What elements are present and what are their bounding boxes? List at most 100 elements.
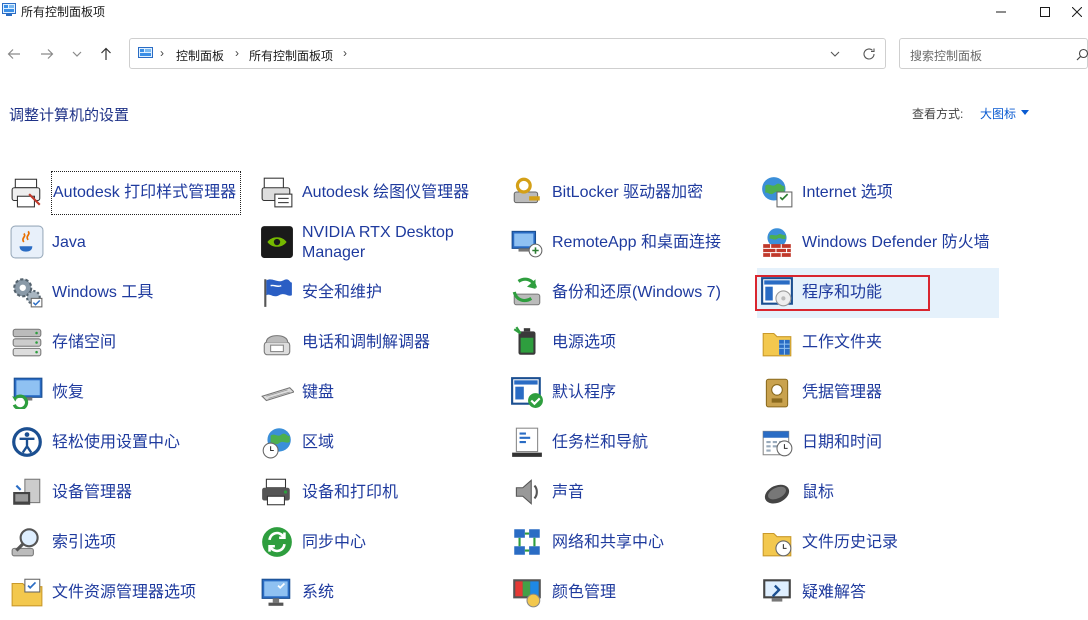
control-panel-item[interactable]: 文件资源管理器选项 [10, 568, 252, 618]
minimize-button[interactable] [978, 0, 1024, 24]
control-panel-item[interactable]: 键盘 [260, 368, 502, 418]
control-panel-item[interactable]: 日期和时间 [760, 418, 1002, 468]
item-label[interactable]: 颜色管理 [552, 568, 742, 618]
system-icon[interactable] [260, 575, 294, 609]
java-icon[interactable] [10, 225, 44, 259]
maximize-button[interactable] [1022, 0, 1068, 24]
dropdown-arrow-icon[interactable] [1021, 110, 1029, 115]
item-label[interactable]: Windows Defender 防火墙 [802, 218, 992, 268]
control-panel-item[interactable]: 电话和调制解调器 [260, 318, 502, 368]
credential-icon[interactable] [760, 375, 794, 409]
item-label[interactable]: 键盘 [302, 368, 492, 418]
item-label[interactable]: Windows 工具 [52, 268, 242, 318]
color-management-icon[interactable] [510, 575, 544, 609]
windows-tools-icon[interactable] [10, 275, 44, 309]
control-panel-item[interactable]: BitLocker 驱动器加密 [510, 168, 752, 218]
indexing-icon[interactable] [10, 525, 44, 559]
control-panel-item[interactable]: 凭据管理器 [760, 368, 1002, 418]
control-panel-item[interactable]: Java [10, 218, 252, 268]
item-label[interactable]: Java [52, 218, 242, 268]
forward-button[interactable] [37, 44, 57, 64]
item-label[interactable]: 存储空间 [52, 318, 242, 368]
region-icon[interactable] [260, 425, 294, 459]
default-programs-icon[interactable] [510, 375, 544, 409]
control-panel-item[interactable]: 备份和还原(Windows 7) [510, 268, 752, 318]
sync-icon[interactable] [260, 525, 294, 559]
control-panel-item[interactable]: Internet 选项 [760, 168, 1002, 218]
nvidia-icon[interactable] [260, 225, 294, 259]
search-icon[interactable] [1076, 48, 1088, 61]
item-label[interactable]: 设备管理器 [52, 468, 242, 518]
control-panel-item[interactable]: 索引选项 [10, 518, 252, 568]
item-label[interactable]: 任务栏和导航 [552, 418, 742, 468]
backup-icon[interactable] [510, 275, 544, 309]
control-panel-item[interactable]: RemoteApp 和桌面连接 [510, 218, 752, 268]
item-label[interactable]: Autodesk 绘图仪管理器 [302, 168, 492, 218]
item-label[interactable]: 工作文件夹 [802, 318, 992, 368]
item-label[interactable]: 疑难解答 [802, 568, 992, 618]
item-label[interactable]: 凭据管理器 [802, 368, 992, 418]
item-label[interactable]: 声音 [552, 468, 742, 518]
control-panel-item[interactable]: 恢复 [10, 368, 252, 418]
item-label[interactable]: 系统 [302, 568, 492, 618]
item-label[interactable]: 文件资源管理器选项 [52, 568, 242, 618]
item-label[interactable]: 轻松使用设置中心 [52, 418, 242, 468]
control-panel-item[interactable]: 存储空间 [10, 318, 252, 368]
control-panel-item[interactable]: 任务栏和导航 [510, 418, 752, 468]
control-panel-item[interactable]: 默认程序 [510, 368, 752, 418]
item-label[interactable]: NVIDIA RTX Desktop Manager [302, 218, 492, 268]
item-label[interactable]: 安全和维护 [302, 268, 492, 318]
control-panel-item[interactable]: Autodesk 绘图仪管理器 [260, 168, 502, 218]
control-panel-item[interactable]: 轻松使用设置中心 [10, 418, 252, 468]
control-panel-item[interactable]: 设备和打印机 [260, 468, 502, 518]
item-label[interactable]: BitLocker 驱动器加密 [552, 168, 742, 218]
control-panel-item[interactable]: Autodesk 打印样式管理器 [10, 168, 252, 218]
control-panel-item[interactable]: 电源选项 [510, 318, 752, 368]
item-label[interactable]: 恢复 [52, 368, 242, 418]
internet-options-icon[interactable] [760, 175, 794, 209]
control-panel-item[interactable]: 程序和功能 [755, 268, 999, 318]
bitlocker-icon[interactable] [510, 175, 544, 209]
printer-style-icon[interactable] [10, 175, 44, 209]
address-bar[interactable]: › 控制面板 › 所有控制面板项 › [129, 38, 886, 69]
item-label[interactable]: 文件历史记录 [802, 518, 992, 568]
close-button[interactable] [1066, 0, 1088, 24]
ease-of-access-icon[interactable] [10, 425, 44, 459]
item-label[interactable]: 电话和调制解调器 [302, 318, 492, 368]
control-panel-item[interactable]: 系统 [260, 568, 502, 618]
breadcrumb-separator[interactable]: › [160, 46, 164, 60]
control-panel-item[interactable]: 疑难解答 [760, 568, 1002, 618]
keyboard-icon[interactable] [260, 375, 294, 409]
item-label[interactable]: 索引选项 [52, 518, 242, 568]
item-label[interactable]: 网络和共享中心 [552, 518, 742, 568]
control-panel-item[interactable]: 工作文件夹 [760, 318, 1002, 368]
control-panel-item[interactable]: 声音 [510, 468, 752, 518]
control-panel-item[interactable]: 安全和维护 [260, 268, 502, 318]
breadcrumb-separator[interactable]: › [235, 46, 239, 60]
plotter-icon[interactable] [260, 175, 294, 209]
back-button[interactable] [4, 44, 24, 64]
item-label[interactable]: 备份和还原(Windows 7) [552, 268, 742, 318]
search-box[interactable]: 搜索控制面板 [899, 38, 1088, 69]
phone-modem-icon[interactable] [260, 325, 294, 359]
control-panel-item[interactable]: Windows Defender 防火墙 [760, 218, 1002, 268]
control-panel-item[interactable]: 区域 [260, 418, 502, 468]
breadcrumb-control-panel[interactable]: 控制面板 [176, 47, 224, 64]
control-panel-item[interactable]: 颜色管理 [510, 568, 752, 618]
item-label[interactable]: RemoteApp 和桌面连接 [552, 218, 742, 268]
recovery-icon[interactable] [10, 375, 44, 409]
power-icon[interactable] [510, 325, 544, 359]
control-panel-item[interactable]: 文件历史记录 [760, 518, 1002, 568]
item-label[interactable]: 电源选项 [552, 318, 742, 368]
view-by-dropdown[interactable]: 大图标 [980, 105, 1016, 122]
item-label[interactable]: 同步中心 [302, 518, 492, 568]
firewall-icon[interactable] [760, 225, 794, 259]
security-flag-icon[interactable] [260, 275, 294, 309]
item-label[interactable]: 区域 [302, 418, 492, 468]
control-panel-item[interactable]: 鼠标 [760, 468, 1002, 518]
control-panel-item[interactable]: Windows 工具 [10, 268, 252, 318]
refresh-icon[interactable] [862, 47, 876, 61]
up-button[interactable] [96, 44, 116, 64]
control-panel-item[interactable]: 同步中心 [260, 518, 502, 568]
search-placeholder[interactable]: 搜索控制面板 [910, 47, 982, 64]
